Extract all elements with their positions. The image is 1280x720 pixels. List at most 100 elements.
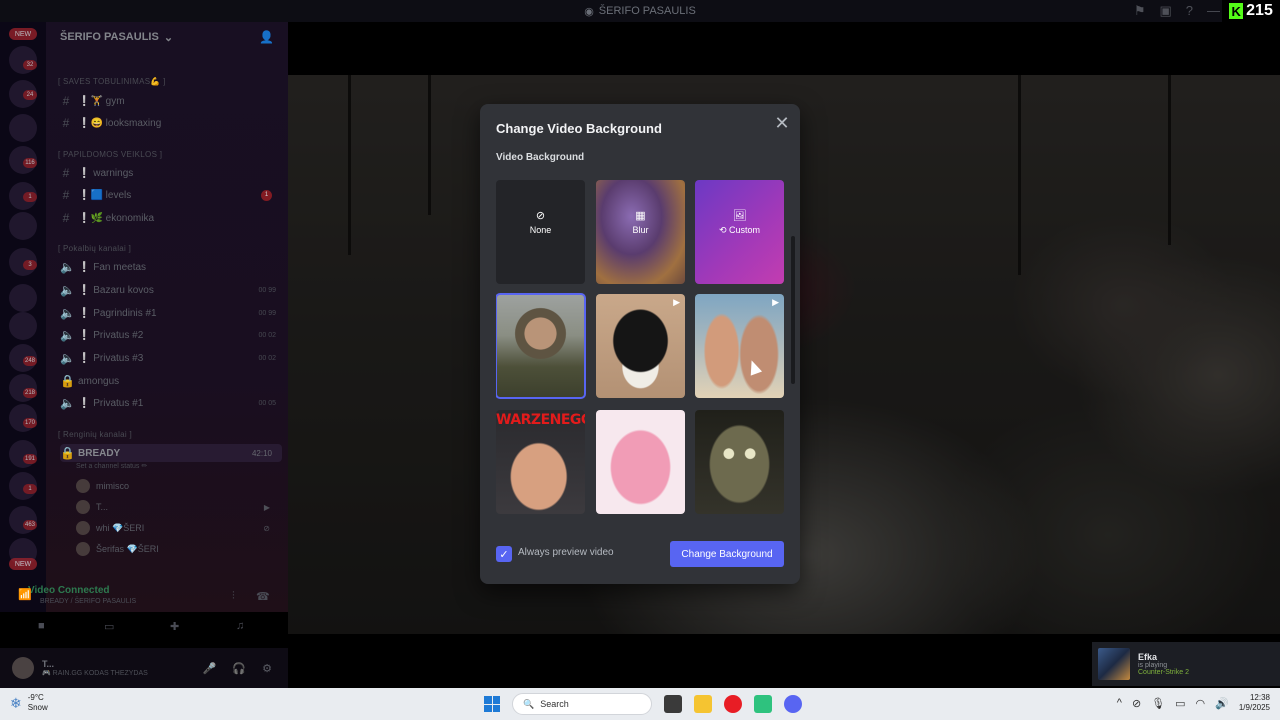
server-list: NEW 32 24 116 1 3 248 218 170 191 1 463 … bbox=[0, 22, 46, 612]
taskbar: ❄ -9°C Snow 🔍 Search ^ ⊘ 🎙 ▭ ◠ 🔊 12:38 1… bbox=[0, 688, 1280, 720]
voice-user[interactable]: T... ▶ bbox=[76, 500, 276, 514]
background-option-soldier[interactable] bbox=[496, 293, 586, 399]
activities-icon[interactable]: ✚ bbox=[170, 620, 179, 633]
avatar[interactable] bbox=[12, 657, 34, 679]
background-option-zombie[interactable] bbox=[695, 410, 784, 514]
soundboard-icon[interactable]: ♫ bbox=[236, 620, 244, 632]
channel-label: ❕🌿 ekonomika bbox=[78, 212, 155, 224]
voice-user[interactable]: whi 💎ŠERI ⊘ bbox=[76, 521, 276, 535]
disconnect-icon[interactable]: ☎ bbox=[256, 590, 270, 603]
inbox-icon[interactable]: ⚑ bbox=[1134, 3, 1146, 19]
background-grid: ⊘ None ▦ Blur 🖼 ⟲ Custom ▶ ▶ WARZENEGG bbox=[496, 180, 788, 516]
screen-share-icon[interactable]: ▭ bbox=[104, 620, 114, 633]
background-option-none[interactable]: ⊘ None bbox=[496, 180, 585, 284]
window-icon[interactable]: ▣ bbox=[1159, 3, 1171, 19]
microphone-icon[interactable]: 🎤 bbox=[203, 662, 217, 675]
battery-icon[interactable]: ▭ bbox=[1175, 697, 1185, 710]
server-icon[interactable] bbox=[9, 312, 37, 340]
chevron-up-icon[interactable]: ^ bbox=[1117, 697, 1122, 709]
channel-pagrindinis[interactable]: 🔈 ❕ Pagrindinis #1 00 99 bbox=[60, 304, 282, 322]
category-papildomos[interactable]: [ PAPILDOMOS VEIKLOS ] bbox=[58, 150, 162, 159]
weather-desc: Snow bbox=[27, 703, 48, 712]
channel-amongus[interactable]: 🔒 amongus bbox=[60, 372, 282, 390]
tile-label: Blur bbox=[632, 225, 649, 235]
server-icon[interactable] bbox=[9, 114, 37, 142]
always-preview-checkbox[interactable]: ✓ bbox=[496, 546, 512, 562]
mention-badge: 3 bbox=[23, 260, 37, 270]
server-icon[interactable] bbox=[9, 212, 37, 240]
opera-icon[interactable] bbox=[724, 695, 742, 713]
channel-privatus-1[interactable]: 🔈 ❕ Privatus #1 00 05 bbox=[60, 394, 282, 412]
channel-label: ❕ warnings bbox=[78, 167, 134, 179]
noise-suppression-icon[interactable]: ⫶ bbox=[232, 590, 235, 603]
close-icon[interactable]: ✕ bbox=[774, 114, 790, 132]
channel-privatus-2[interactable]: 🔈 ❕ Privatus #2 00 02 bbox=[60, 326, 282, 344]
gear-icon[interactable]: ⚙ bbox=[262, 662, 272, 675]
channel-label: ❕ Bazaru kovos bbox=[78, 284, 154, 296]
channel-label: ❕🏋️ gym bbox=[78, 95, 125, 107]
voice-connection-status[interactable]: Video Connected bbox=[28, 585, 110, 596]
grid-scrollbar[interactable] bbox=[791, 236, 795, 384]
channel-privatus-3[interactable]: 🔈 ❕ Privatus #3 00 02 bbox=[60, 349, 282, 367]
chevron-down-icon: ⌄ bbox=[163, 31, 174, 44]
windows-start-icon[interactable] bbox=[484, 696, 500, 712]
signal-icon[interactable]: 📶 bbox=[18, 588, 32, 601]
voice-user[interactable]: Šerifas 💎ŠERI bbox=[76, 542, 276, 556]
clock[interactable]: 12:38 1/9/2025 bbox=[1239, 693, 1270, 713]
hash-icon: # bbox=[62, 116, 70, 130]
channel-fan-meetas[interactable]: 🔈 ❕ Fan meetas bbox=[60, 258, 282, 276]
discord-icon[interactable] bbox=[784, 695, 802, 713]
none-icon: ⊘ bbox=[535, 210, 546, 222]
background-option-beach[interactable]: ▶ bbox=[695, 294, 784, 398]
wifi-icon[interactable]: ◠ bbox=[1196, 697, 1206, 710]
avatar bbox=[76, 542, 90, 556]
minimize-button[interactable]: — bbox=[1207, 3, 1220, 19]
channel-label: BREADY bbox=[78, 447, 121, 459]
mention-badge: 116 bbox=[23, 158, 37, 168]
channel-label: ❕ Privatus #3 bbox=[78, 352, 144, 364]
headphones-icon[interactable]: 🎧 bbox=[232, 662, 246, 675]
background-option-blur[interactable]: ▦ Blur bbox=[596, 180, 685, 284]
background-option-custom[interactable]: 🖼 ⟲ Custom bbox=[695, 180, 784, 284]
weather-widget[interactable]: ❄ -9°C Snow bbox=[10, 693, 48, 713]
category-saves[interactable]: [ SAVES TOBULINIMAS💪 ] bbox=[58, 77, 166, 86]
section-title: Video Background bbox=[496, 152, 585, 163]
volume-icon[interactable]: 🔊 bbox=[1215, 697, 1229, 710]
background-option-cat[interactable]: ▶ bbox=[596, 294, 685, 398]
channel-gym[interactable]: # ❕🏋️ gym bbox=[60, 92, 282, 110]
channel-ekonomika[interactable]: # ❕🌿 ekonomika bbox=[60, 209, 282, 227]
channel-bready[interactable]: 🔒 BREADY 42:10 bbox=[60, 444, 282, 462]
channel-status[interactable]: Set a channel status ✏ bbox=[76, 462, 147, 470]
call-duration: 42:10 bbox=[251, 448, 272, 458]
camera-icon[interactable]: ■ bbox=[38, 620, 45, 632]
mention-badge: 32 bbox=[23, 60, 37, 70]
add-member-icon[interactable]: 👤 bbox=[259, 30, 274, 44]
channel-looksmaxing[interactable]: # ❕😄 looksmaxing bbox=[60, 114, 282, 132]
search-icon: 🔍 bbox=[523, 698, 535, 709]
network-icon[interactable]: ⊘ bbox=[1132, 697, 1141, 710]
task-view-icon[interactable] bbox=[664, 695, 682, 713]
server-icon[interactable] bbox=[9, 284, 37, 312]
background-option-bald-man[interactable]: WARZENEGG bbox=[496, 410, 585, 514]
category-renginiu[interactable]: [ Renginių kanalai ] bbox=[58, 430, 132, 439]
voice-user[interactable]: mimisco bbox=[76, 479, 276, 493]
server-header[interactable]: ŠERIFO PASAULIS ⌄ 👤 bbox=[46, 22, 288, 52]
channel-levels[interactable]: # ❕🟦 levels 1 bbox=[60, 186, 282, 204]
lock-icon: 🔒 bbox=[60, 446, 75, 460]
checkbox-label[interactable]: Always preview video bbox=[518, 547, 614, 558]
tile-label: None bbox=[529, 225, 552, 235]
file-explorer-icon[interactable] bbox=[694, 695, 712, 713]
category-pokalbiu[interactable]: [ Pokalbių kanalai ] bbox=[58, 244, 131, 253]
modal-title: Change Video Background bbox=[496, 121, 662, 136]
app-icon[interactable] bbox=[754, 695, 772, 713]
background-option-pig[interactable] bbox=[596, 410, 685, 514]
help-icon[interactable]: ? bbox=[1186, 3, 1193, 19]
activity-toast[interactable]: Efka is playing Counter-Strike 2 bbox=[1092, 642, 1280, 686]
microphone-icon[interactable]: 🎙 bbox=[1151, 697, 1165, 710]
user-info[interactable]: T... 🎮 RAIN.GG KODAS THEZYDAS bbox=[42, 659, 148, 677]
channel-label: ❕ Fan meetas bbox=[78, 261, 147, 273]
taskbar-search[interactable]: 🔍 Search bbox=[512, 693, 652, 715]
channel-bazaru-kovos[interactable]: 🔈 ❕ Bazaru kovos 00 99 bbox=[60, 281, 282, 299]
change-background-button[interactable]: Change Background bbox=[670, 541, 784, 567]
channel-warnings[interactable]: # ❕ warnings bbox=[60, 164, 282, 182]
